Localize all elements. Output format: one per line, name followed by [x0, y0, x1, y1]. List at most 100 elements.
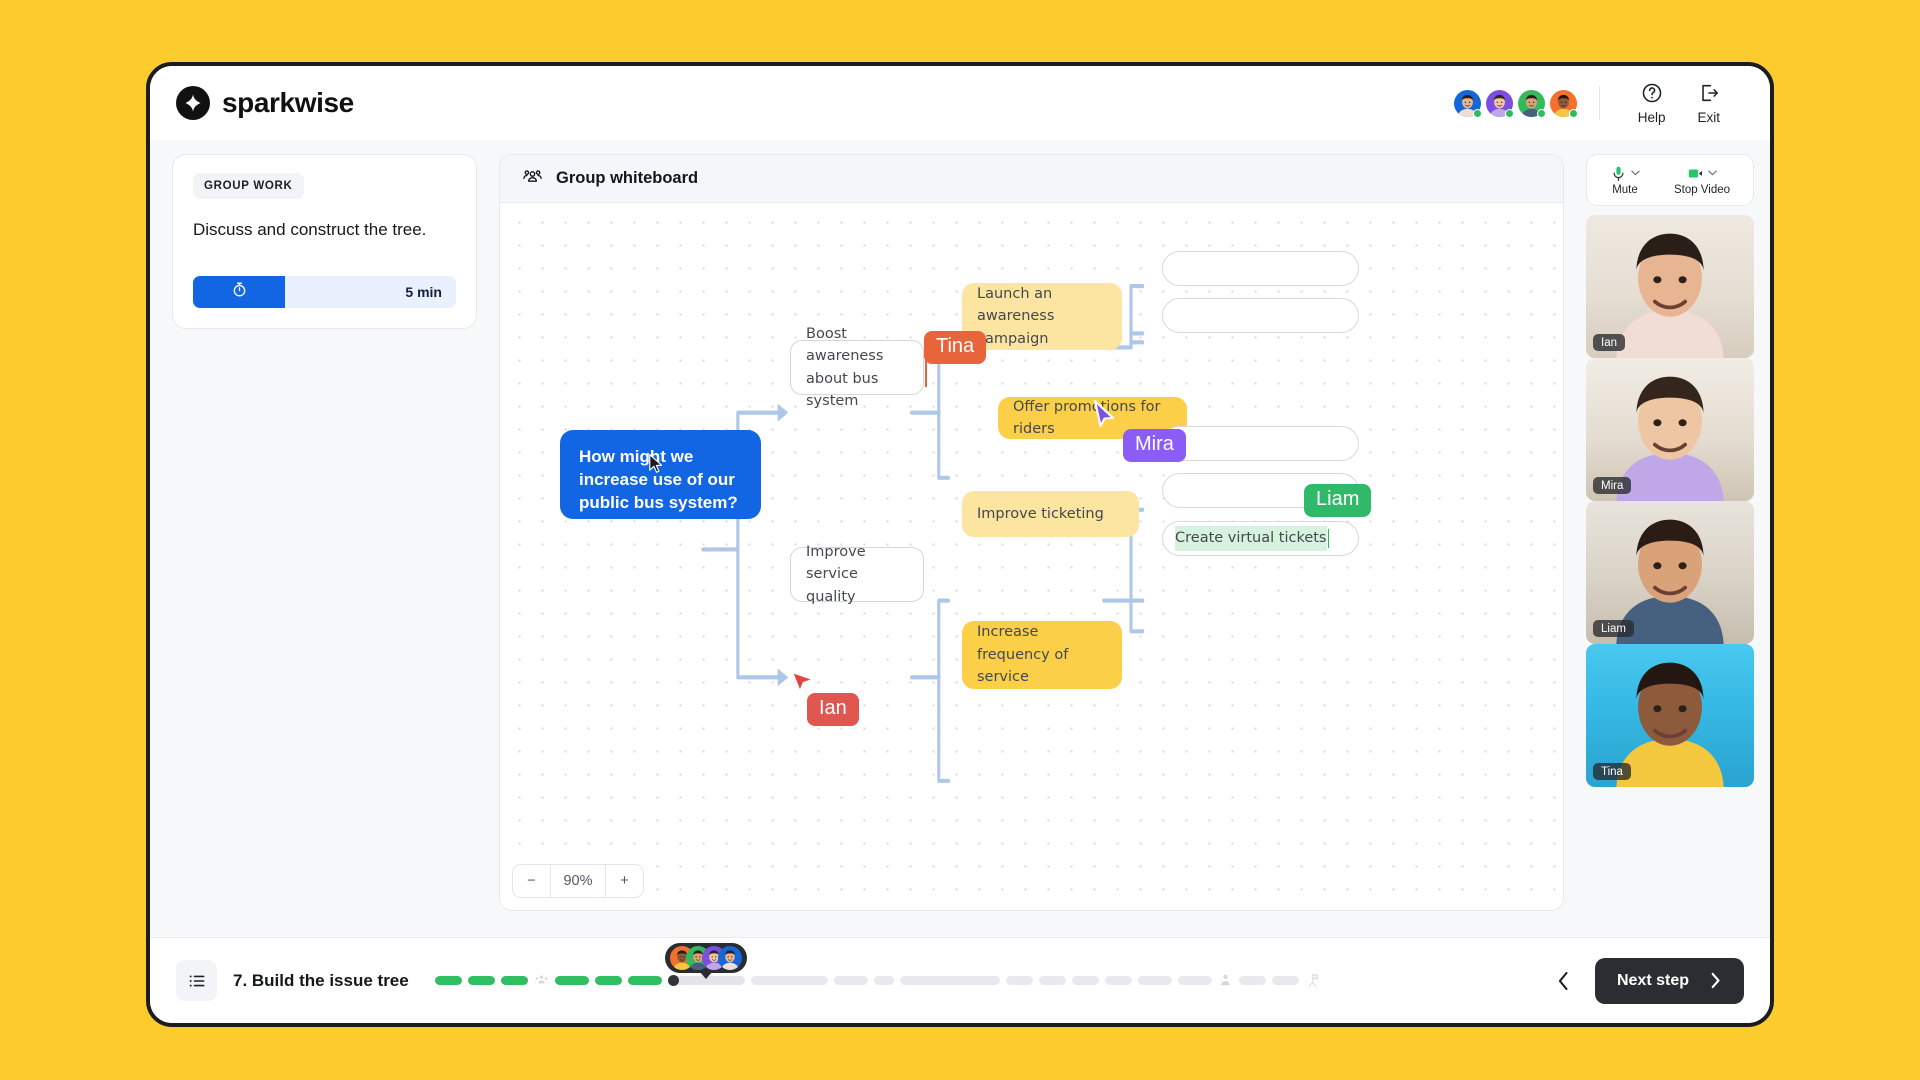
progress-segment[interactable]	[1038, 976, 1066, 985]
video-tile-name: Mira	[1593, 477, 1632, 494]
node-text: Improve service quality	[806, 543, 866, 605]
chevron-down-icon[interactable]	[1631, 170, 1640, 176]
node-text: Improve ticketing	[977, 505, 1104, 522]
avatar[interactable]	[1485, 89, 1514, 118]
progress-segment[interactable]	[750, 976, 828, 985]
online-status-dot	[1472, 108, 1482, 118]
left-panel: GROUP WORK Discuss and construct the tre…	[172, 154, 477, 937]
video-tile[interactable]: Mira	[1586, 358, 1754, 501]
app-window: sparkwise Help Exit GROUP WORK Discuss a…	[146, 62, 1774, 1027]
progress-segment[interactable]	[1005, 976, 1033, 985]
whiteboard-title: Group whiteboard	[556, 169, 699, 187]
zoom-level-value: 90%	[550, 865, 606, 897]
chevron-left-icon	[1558, 971, 1568, 990]
mindmap-node-empty-1[interactable]	[1162, 251, 1359, 286]
zoom-out-button[interactable]: −	[513, 865, 550, 897]
online-status-dot	[1568, 108, 1578, 118]
video-tile[interactable]: Tina	[1586, 644, 1754, 787]
whiteboard-header: Group whiteboard	[500, 155, 1563, 203]
group-icon	[534, 973, 549, 988]
node-text: Launch an awareness campaign	[977, 285, 1055, 347]
cursor-label-ian: Ian	[807, 693, 859, 726]
mindmap-node-increase-frequency[interactable]: Increase frequency of service	[962, 621, 1122, 689]
exit-door-icon	[1698, 82, 1720, 107]
mindmap-node-improve-ticketing[interactable]: Improve ticketing	[962, 491, 1139, 537]
cursor-arrow-local	[649, 454, 663, 473]
progress-segment[interactable]	[899, 976, 1000, 985]
mindmap-node-boost-awareness[interactable]: Boost awareness about bus system	[790, 326, 924, 409]
list-icon	[189, 974, 204, 987]
video-tile-name: Liam	[1593, 620, 1634, 637]
mindmap-node-empty-2[interactable]	[1162, 298, 1359, 333]
mindmap-node-empty-3[interactable]	[1162, 426, 1359, 461]
video-tile-name: Ian	[1593, 334, 1625, 351]
help-label: Help	[1637, 109, 1666, 125]
progress-segment[interactable]	[434, 976, 462, 985]
avatar[interactable]	[1549, 89, 1578, 118]
progress-segment[interactable]	[627, 976, 662, 985]
whiteboard-panel: Group whiteboard How might we increase u…	[499, 154, 1564, 911]
stop-video-button[interactable]: Stop Video	[1674, 165, 1730, 196]
progress-segment[interactable]	[833, 976, 868, 985]
progress-segment[interactable]	[1238, 976, 1266, 985]
divider	[1598, 86, 1600, 120]
timer-progress-fill	[193, 275, 286, 308]
question-circle-icon	[1641, 82, 1663, 107]
exit-button[interactable]: Exit	[1681, 82, 1736, 125]
sparkle-icon	[176, 86, 210, 120]
app-body: GROUP WORK Discuss and construct the tre…	[150, 140, 1770, 937]
next-step-button[interactable]: Next step	[1594, 957, 1744, 1004]
progress-segment[interactable]	[1104, 976, 1132, 985]
video-tile-name: Tina	[1593, 763, 1631, 780]
node-text: Boost awareness about bus system	[806, 325, 884, 409]
whiteboard-canvas[interactable]: How might we increase use of our public …	[500, 203, 1563, 910]
camera-icon	[1688, 169, 1703, 177]
online-status-dot	[1536, 108, 1546, 118]
mute-label: Mute	[1612, 183, 1638, 196]
avatar[interactable]	[1453, 89, 1482, 118]
mindmap-node-create-virtual-tickets[interactable]: Create virtual tickets	[1162, 521, 1359, 556]
timer-bar: 5 min	[193, 275, 456, 308]
participant-avatars	[1453, 89, 1578, 118]
step-progress-bar[interactable]	[434, 942, 1524, 1001]
av-controls: Mute Stop Video	[1586, 154, 1754, 206]
node-text: Increase frequency of service	[977, 624, 1069, 686]
progress-segment[interactable]	[873, 976, 894, 985]
progress-segment[interactable]	[467, 976, 495, 985]
video-tile[interactable]: Liam	[1586, 501, 1754, 644]
cursor-arrow-ian	[790, 670, 816, 694]
microphone-icon	[1613, 166, 1624, 181]
zoom-control[interactable]: − 90% +	[512, 864, 644, 898]
chevron-down-icon[interactable]	[1708, 170, 1717, 176]
presence-popover	[665, 942, 748, 973]
progress-segment[interactable]	[1177, 976, 1212, 985]
brand-logo: sparkwise	[176, 86, 354, 120]
zoom-in-button[interactable]: +	[606, 865, 643, 897]
current-step-title: 7. Build the issue tree	[233, 970, 409, 990]
mute-button[interactable]: Mute	[1610, 165, 1640, 196]
stop-video-label: Stop Video	[1673, 183, 1731, 196]
group-work-tag: GROUP WORK	[193, 173, 304, 199]
video-tile[interactable]: Ian	[1586, 215, 1754, 358]
presence-avatar	[718, 945, 743, 970]
app-header: sparkwise Help Exit	[150, 66, 1770, 140]
progress-segment[interactable]	[1137, 976, 1172, 985]
avatar[interactable]	[1517, 89, 1546, 118]
brand-name: sparkwise	[222, 87, 354, 118]
progress-segment[interactable]	[500, 976, 528, 985]
steps-list-button[interactable]	[176, 960, 217, 1001]
mindmap-node-improve-service[interactable]: Improve service quality	[790, 544, 924, 605]
timer-label: 5 min	[405, 283, 442, 300]
person-icon	[1218, 973, 1233, 988]
stopwatch-icon	[231, 281, 248, 303]
progress-segment[interactable]	[1071, 976, 1099, 985]
task-card: GROUP WORK Discuss and construct the tre…	[172, 154, 477, 329]
previous-step-button[interactable]	[1550, 965, 1577, 997]
progress-segment[interactable]	[554, 976, 589, 985]
text-caret	[1327, 529, 1330, 548]
help-button[interactable]: Help	[1622, 82, 1682, 125]
header-right: Help Exit	[1453, 82, 1736, 125]
video-rail: Mute Stop Video Ian Mira Liam Tina	[1586, 154, 1754, 937]
progress-segment[interactable]	[594, 976, 622, 985]
progress-segment[interactable]	[1271, 976, 1299, 985]
